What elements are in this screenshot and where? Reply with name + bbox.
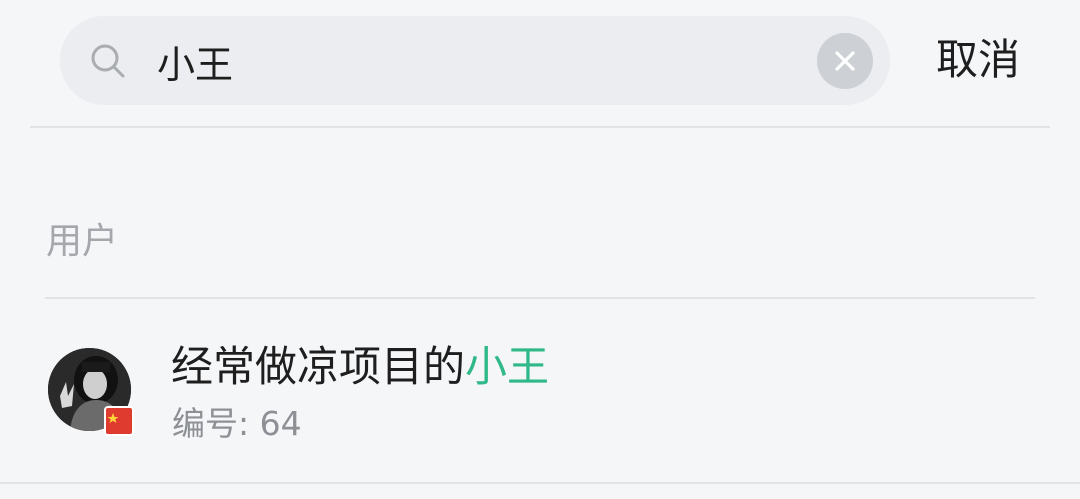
divider <box>0 482 1080 484</box>
user-result-row[interactable]: 经常做凉项目的小王 编号: 64 <box>0 299 1080 482</box>
user-name-prefix: 经常做凉项目的 <box>171 342 466 391</box>
search-icon <box>91 44 125 78</box>
user-id: 编号: 64 <box>172 404 302 443</box>
section-label-users: 用户 <box>46 221 119 262</box>
flag-badge-icon <box>104 406 134 436</box>
clear-button[interactable] <box>817 33 873 89</box>
user-name: 经常做凉项目的小王 <box>171 339 549 395</box>
search-input[interactable] <box>157 34 797 88</box>
search-page: 取消 用户 经常做凉项目的小王 编号: 64 <box>0 0 1080 499</box>
clear-icon <box>835 51 855 71</box>
user-name-highlight: 小王 <box>465 342 550 391</box>
cancel-button[interactable]: 取消 <box>936 30 1020 90</box>
divider <box>30 126 1050 128</box>
